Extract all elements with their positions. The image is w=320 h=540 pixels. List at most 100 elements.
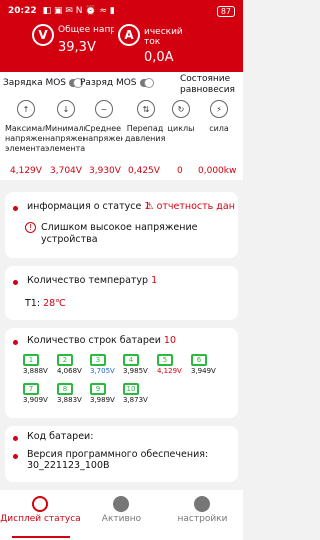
battery-cell-icon: 2 <box>57 354 73 366</box>
nav-settings[interactable]: настройки <box>162 490 243 540</box>
cell-item: 8 3,883V <box>57 383 82 404</box>
battery-cell-icon: 10 <box>123 383 139 395</box>
cell-voltage: 3,949V <box>191 367 216 375</box>
settings-icon <box>194 496 210 512</box>
cell-voltage: 4,068V <box>57 367 82 375</box>
warning-icon: ⚠ <box>145 201 154 212</box>
power-icon: ⚡ <box>210 100 228 118</box>
current-value: 0,0A <box>144 50 174 65</box>
temperature-title: Количество температур 1 <box>27 275 157 286</box>
battery-cell-icon: 1 <box>23 354 39 366</box>
metric-label: Среднее напряжение <box>83 124 123 143</box>
voltage-icon: V <box>32 24 54 46</box>
nav-settings-label: настройки <box>177 514 228 524</box>
min-cell-icon: ↓ <box>57 100 75 118</box>
cell-item: 6 3,949V <box>191 354 216 375</box>
equilibrium-status: Состояние равновесия <box>180 74 235 95</box>
cells-title: Количество строк батареи 10 <box>27 335 176 346</box>
avg-voltage-value: 3,930V <box>89 166 121 176</box>
pressure-diff-icon: ⇅ <box>137 100 155 118</box>
temperature-dot <box>13 280 18 285</box>
mos-row: Зарядка MOS Разряд MOS Состояние равнове… <box>0 72 243 96</box>
pressure-diff-value: 0,425V <box>128 166 160 176</box>
cell-voltage: 3,883V <box>57 396 82 404</box>
cell-item: 1 3,888V <box>23 354 48 375</box>
report-label: отчетность дан <box>156 201 235 212</box>
sensor-name: T1: <box>25 298 41 309</box>
firmware-version: Версия программного обеспечения: 30_2211… <box>27 449 209 471</box>
status-bar: 20:22 ◧ ▣ ✉ N ⏰ ≈ ▮ 87 <box>0 0 243 22</box>
notification-icons: ◧ ▣ ✉ N ⏰ ≈ ▮ <box>42 6 115 16</box>
status-dot <box>13 206 18 211</box>
battery-cell-icon: 3 <box>90 354 106 366</box>
max-cell-icon: ↑ <box>17 100 35 118</box>
temperature-reading: T1: 28℃ <box>25 298 66 309</box>
voltage-value: 39,3V <box>58 40 96 55</box>
battery-icon: 87 <box>216 5 235 17</box>
cell-item: 4 3,985V <box>123 354 148 375</box>
battery-cell-icon: 9 <box>90 383 106 395</box>
max-cell-value: 4,129V <box>10 166 42 176</box>
discharge-mos-label: Разряд MOS <box>80 78 137 88</box>
header: V Общее напряжение 39,3V A ический ток 0… <box>0 22 243 72</box>
current-icon: A <box>118 24 140 46</box>
bottom-nav: Дисплей статуса Активно настройки <box>0 490 243 540</box>
cell-voltage: 3,909V <box>23 396 48 404</box>
cell-voltage: 3,989V <box>90 396 115 404</box>
nav-active[interactable]: Активно <box>81 490 162 540</box>
cell-voltage: 3,705V <box>90 367 115 375</box>
cycles-value: 0 <box>177 166 183 176</box>
firmware-dot <box>13 454 18 459</box>
charge-mos: Зарядка MOS <box>3 78 84 88</box>
cell-voltage: 4,129V <box>157 367 182 375</box>
report-button[interactable]: ⚠ отчетность дан <box>145 201 235 212</box>
cell-voltage: 3,888V <box>23 367 48 375</box>
cell-item: 9 3,989V <box>90 383 115 404</box>
status-title-text: информация о статусе <box>27 201 142 212</box>
status-message: Слишком высокое напряжение устройства <box>41 222 198 245</box>
cells-dot <box>13 340 18 345</box>
min-cell-value: 3,704V <box>50 166 82 176</box>
clock: 20:22 <box>8 6 37 16</box>
cells-count: 10 <box>163 335 177 346</box>
cells-card: Количество строк батареи 10 1 3,888V 2 4,0… <box>5 328 238 418</box>
current-label: ический ток <box>144 27 183 47</box>
battery-cell-icon: 8 <box>57 383 73 395</box>
battery-cell-icon: 4 <box>123 354 139 366</box>
cycles-icon: ↻ <box>172 100 190 118</box>
temperature-title-text: Количество температур <box>27 275 149 286</box>
code-dot <box>13 436 18 441</box>
battery-cell-icon: 6 <box>191 354 207 366</box>
status-title: информация о статусе 1 <box>27 201 150 212</box>
cell-item: 7 3,909V <box>23 383 48 404</box>
dashboard-icon <box>32 496 48 512</box>
metric-label: сила <box>209 124 229 133</box>
cells-title-text: Количество строк батареи <box>27 335 161 346</box>
metric-label: Перепад давления <box>125 124 165 143</box>
cell-item: 2 4,068V <box>57 354 82 375</box>
alert-icon: ! <box>25 222 36 233</box>
temperature-card: Количество температур 1 T1: 28℃ <box>5 266 238 320</box>
charge-mos-label: Зарядка MOS <box>3 78 67 88</box>
metric-label: Максимальное напряжение элемента <box>5 124 45 153</box>
power-value: 0,000kw <box>198 166 237 176</box>
battery-info-card: Код батареи: Версия программного обеспеч… <box>5 426 238 482</box>
battery-cell-icon: 7 <box>23 383 39 395</box>
metric-label: Минимальное напряжение элемента <box>45 124 85 153</box>
voltage-label: Общее напряжение <box>58 25 114 35</box>
cell-voltage: 3,985V <box>123 367 148 375</box>
cell-voltage: 3,873V <box>123 396 148 404</box>
discharge-mos: Разряд MOS <box>80 78 154 88</box>
nav-active-label: Активно <box>101 514 142 524</box>
discharge-mos-toggle[interactable] <box>139 78 154 88</box>
activity-icon <box>113 496 129 512</box>
cell-item: 10 3,873V <box>123 383 148 404</box>
sensor-value: 28℃ <box>43 298 66 309</box>
cell-item: 3 3,705V <box>90 354 115 375</box>
battery-cell-icon: 5 <box>157 354 173 366</box>
nav-status-display[interactable]: Дисплей статуса <box>0 490 81 540</box>
cell-item: 5 4,129V <box>157 354 182 375</box>
battery-code-label: Код батареи: <box>27 431 94 442</box>
avg-voltage-icon: ~ <box>95 100 113 118</box>
temperature-count: 1 <box>151 275 158 286</box>
